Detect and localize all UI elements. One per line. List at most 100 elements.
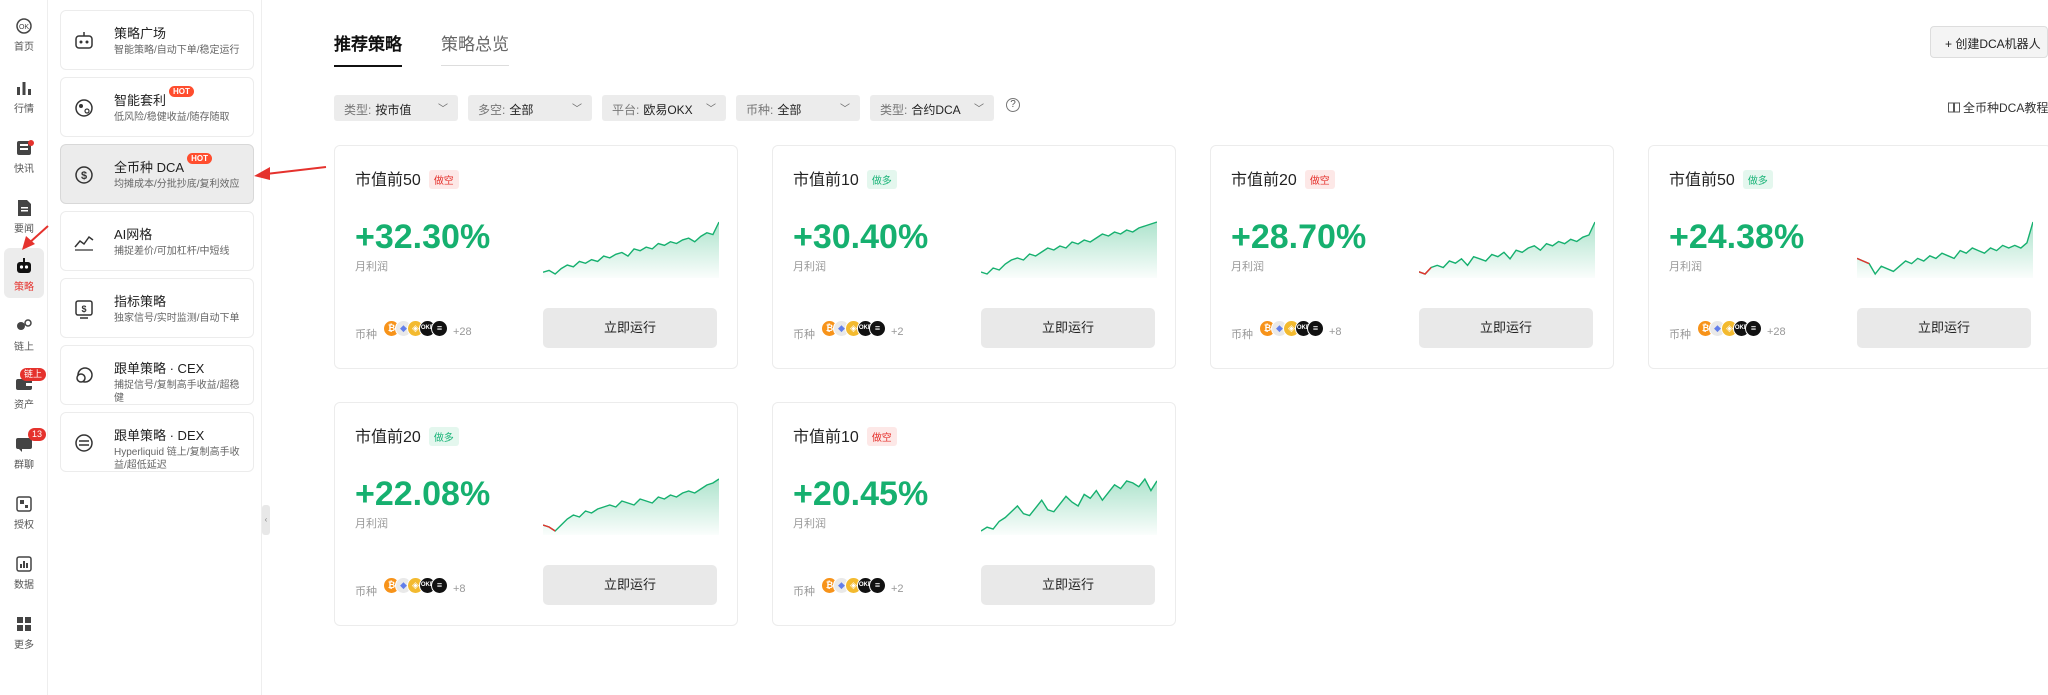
sidebar-item-3[interactable]: AI网格 捕捉差价/可加杠杆/中短线: [60, 211, 254, 271]
tab-overview[interactable]: 策略总览: [441, 30, 509, 66]
svg-text:$: $: [81, 304, 86, 314]
strategy-card[interactable]: 市值前20 做多 +22.08% 月利润 币种 ₿ ◆ ◈ OKB ≡ +8 立即运行: [334, 402, 738, 626]
filter-label: 类型:: [880, 103, 908, 117]
sidebar-item-title-text: 智能套利: [114, 93, 167, 108]
profit-sparkline: [1857, 221, 2033, 278]
filter-coin[interactable]: 币种: 全部 ﹀: [736, 95, 860, 121]
headline-doc-icon: [18, 200, 31, 216]
card-title: 市值前10 做空: [793, 423, 897, 447]
monthly-profit-value: +32.30%: [355, 218, 491, 256]
svg-text:$: $: [81, 170, 87, 182]
more-coins-count: +28: [1767, 326, 1786, 338]
strategy-card[interactable]: 市值前10 做空 +20.45% 月利润 币种 ₿ ◆ ◈ OKB ≡ +2 立即运行: [772, 402, 1176, 626]
rail-item-4[interactable]: 策略: [4, 248, 44, 298]
sidebar-item-1[interactable]: 智能套利HOT 低风险/稳健收益/随存随取: [60, 77, 254, 137]
chevron-down-icon: ﹀: [438, 104, 448, 115]
rail-item-label: 策略: [14, 282, 34, 293]
filter-contract-type[interactable]: 类型: 合约DCA ﹀: [870, 95, 994, 121]
sidebar-item-4[interactable]: $ 指标策略 独家信号/实时监测/自动下单: [60, 278, 254, 338]
profit-sparkline: [981, 477, 1157, 535]
strategy-card[interactable]: 市值前10 做多 +30.40% 月利润 币种 ₿ ◆ ◈ OKB ≡ +2 立即运行: [772, 145, 1176, 369]
sidebar-item-title: AI网格: [114, 224, 152, 243]
rail-item-9[interactable]: 数据: [0, 546, 48, 596]
rail-item-label: 群聊: [14, 460, 34, 471]
monthly-profit-label: 月利润: [793, 261, 826, 273]
strategy-card[interactable]: 市值前50 做多 +24.38% 月利润 币种 ₿ ◆ ◈ OKB ≡ +28 立即运行: [1648, 145, 2048, 369]
card-title: 市值前20 做多: [355, 423, 459, 447]
profit-sparkline: [1419, 221, 1595, 278]
rail-item-label: 数据: [14, 580, 34, 591]
card-title-text: 市值前10: [793, 172, 859, 189]
sidebar-item-desc: 均摊成本/分批抄底/复利效应: [114, 179, 240, 190]
rail-item-5[interactable]: 链上: [0, 308, 48, 358]
strategy-sidebar: 策略广场 智能策略/自动下单/稳定运行 智能套利HOT 低风险/稳健收益/随存随取 $ 全…: [52, 0, 262, 695]
sidebar-item-desc: 捕捉信号/复制高手收益/超稳健: [114, 380, 240, 404]
filter-label: 平台:: [612, 103, 640, 117]
sidebar-item-title-text: 全币种 DCA: [114, 160, 185, 175]
sidebar-item-title: 策略广场: [114, 23, 166, 42]
filter-value: 按市值: [375, 103, 412, 117]
rail-item-0[interactable]: OK 首页: [0, 8, 48, 58]
filter-platform[interactable]: 平台: 欧易OKX ﹀: [602, 95, 726, 121]
rail-item-6[interactable]: 资产 链上: [0, 366, 48, 416]
chevron-down-icon: ﹀: [840, 104, 850, 115]
dca-tutorial-link[interactable]: 全币种DCA教程: [1948, 99, 2048, 116]
coins-label: 币种: [793, 586, 815, 598]
sidebar-item-title: 全币种 DCAHOT: [114, 153, 212, 176]
card-title-text: 市值前50: [355, 172, 421, 189]
monthly-profit-value: +20.45%: [793, 475, 929, 513]
help-icon[interactable]: ?: [1006, 98, 1020, 112]
sidebar-item-title: 指标策略: [114, 291, 166, 310]
rail-item-2[interactable]: 快讯: [0, 130, 48, 180]
sidebar-item-2[interactable]: $ 全币种 DCAHOT 均摊成本/分批抄底/复利效应: [60, 144, 254, 204]
run-now-button[interactable]: 立即运行: [543, 308, 717, 348]
annotation-arrow-sidebar: [254, 166, 327, 180]
create-dca-bot-button[interactable]: + 创建DCA机器人: [1930, 26, 2048, 58]
run-now-button[interactable]: 立即运行: [1857, 308, 2031, 348]
monthly-profit-label: 月利润: [355, 261, 388, 273]
run-now-button[interactable]: 立即运行: [543, 565, 717, 605]
more-coins-count: +2: [891, 326, 904, 338]
sidebar-item-title: 跟单策略 · CEX: [114, 358, 204, 377]
strategy-card[interactable]: 市值前20 做空 +28.70% 月利润 币种 ₿ ◆ ◈ OKB ≡ +8 立即运行: [1210, 145, 1614, 369]
card-title-text: 市值前20: [1231, 172, 1297, 189]
authorize-icon: [16, 496, 32, 512]
rail-item-7[interactable]: 群聊 13: [0, 426, 48, 476]
card-title: 市值前50 做空: [355, 166, 459, 190]
sidebar-item-title: 智能套利HOT: [114, 86, 194, 109]
chevron-down-icon: ﹀: [974, 104, 984, 115]
tutorial-link-text: 全币种DCA教程: [1963, 101, 2048, 115]
run-now-button[interactable]: 立即运行: [1419, 308, 1593, 348]
svg-text:OK: OK: [19, 24, 29, 31]
indicator-monitor-icon: $: [75, 300, 93, 319]
sidebar-item-0[interactable]: 策略广场 智能策略/自动下单/稳定运行: [60, 10, 254, 70]
run-now-button[interactable]: 立即运行: [981, 308, 1155, 348]
sidebar-item-title-text: 跟单策略 · CEX: [114, 361, 205, 376]
run-now-button[interactable]: 立即运行: [981, 565, 1155, 605]
card-title: 市值前10 做多: [793, 166, 897, 190]
rail-item-8[interactable]: 授权: [0, 486, 48, 536]
rail-item-1[interactable]: 行情: [0, 70, 48, 120]
sidebar-collapse-handle[interactable]: ‹: [262, 505, 270, 535]
monthly-profit-value: +28.70%: [1231, 218, 1367, 256]
card-title-text: 市值前50: [1669, 172, 1735, 189]
filter-type-market-cap[interactable]: 类型: 按市值 ﹀: [334, 95, 458, 121]
rail-item-label: 行情: [14, 104, 34, 115]
rail-item-10[interactable]: 更多: [0, 606, 48, 656]
direction-tag: 做空: [866, 427, 897, 447]
coins-label: 币种: [1669, 329, 1691, 341]
onchain-icon: [17, 319, 32, 330]
strategy-card[interactable]: 市值前50 做空 +32.30% 月利润 币种 ₿ ◆ ◈ OKB ≡ +28 立即运行: [334, 145, 738, 369]
grid-chart-icon: [74, 235, 94, 251]
monthly-profit-label: 月利润: [793, 518, 826, 530]
tab-recommended[interactable]: 推荐策略: [334, 30, 402, 67]
profit-sparkline: [543, 221, 719, 278]
coin-sol-icon: ≡: [869, 320, 886, 337]
filter-direction[interactable]: 多空: 全部 ﹀: [468, 95, 592, 121]
coins-label: 币种: [355, 329, 377, 341]
more-grid-icon: [17, 617, 31, 631]
rail-item-label: 首页: [14, 42, 34, 53]
profit-sparkline: [543, 478, 719, 535]
sidebar-item-6[interactable]: 跟单策略 · DEX Hyperliquid 链上/复制高手收益/超低延迟: [60, 412, 254, 472]
sidebar-item-5[interactable]: 跟单策略 · CEX 捕捉信号/复制高手收益/超稳健: [60, 345, 254, 405]
